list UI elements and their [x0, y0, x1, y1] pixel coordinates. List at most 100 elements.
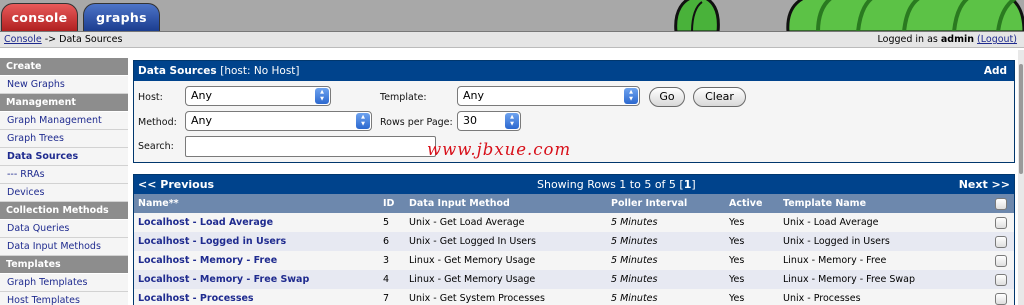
row-name-link[interactable]: Localhost - Processes: [134, 289, 379, 305]
row-checkbox[interactable]: [995, 273, 1007, 286]
method-label: Method:: [138, 117, 177, 128]
top-tab-bar: console graphs: [0, 0, 1024, 31]
row-id: 5: [379, 213, 405, 232]
pagination-bar: << Previous Showing Rows 1 to 5 of 5 [1]…: [134, 175, 1014, 194]
row-checkbox-cell: [991, 251, 1014, 270]
tab-console[interactable]: console: [1, 3, 78, 31]
clear-button[interactable]: Clear: [693, 87, 746, 107]
row-poller-interval: 5 Minutes: [607, 270, 725, 289]
row-checkbox-cell: [991, 213, 1014, 232]
row-active: Yes: [725, 270, 779, 289]
row-poller-interval: 5 Minutes: [607, 289, 725, 305]
row-poller-interval: 5 Minutes: [607, 251, 725, 270]
sidebar-item-new-graphs[interactable]: New Graphs: [0, 76, 128, 94]
column-header-active[interactable]: Active: [725, 194, 779, 213]
table-row: Localhost - Memory - Free 3 Linux - Get …: [134, 251, 1014, 270]
row-data-input-method: Unix - Get System Processes: [405, 289, 607, 305]
row-checkbox-cell: [991, 270, 1014, 289]
sidebar-item-graph-management[interactable]: Graph Management: [0, 112, 128, 130]
data-sources-table: Name** ID Data Input Method Poller Inter…: [134, 194, 1014, 305]
select-arrows-icon: ▲ ▼: [624, 88, 638, 104]
sidebar-heading-collection-methods: Collection Methods: [0, 202, 128, 220]
method-select[interactable]: Any ▲ ▼: [185, 111, 372, 131]
panel-host-note: [host: No Host]: [220, 65, 300, 77]
rows-per-page-value: 30: [463, 114, 477, 127]
breadcrumb-separator: ->: [41, 34, 60, 45]
row-name-link[interactable]: Localhost - Memory - Free Swap: [134, 270, 379, 289]
tab-graphs[interactable]: graphs: [83, 3, 160, 31]
window-scrollbar[interactable]: [1018, 50, 1024, 305]
column-header-id[interactable]: ID: [379, 194, 405, 213]
showing-rows-text: Showing Rows 1 to 5 of 5 [1]: [537, 175, 696, 194]
row-checkbox[interactable]: [995, 292, 1007, 305]
row-name-link[interactable]: Localhost - Load Average: [134, 213, 379, 232]
row-poller-interval: 5 Minutes: [607, 213, 725, 232]
row-template-name: Unix - Processes: [779, 289, 991, 305]
host-select[interactable]: Any ▲ ▼: [185, 86, 331, 106]
sidebar-item-devices[interactable]: Devices: [0, 184, 128, 202]
row-template-name: Unix - Load Average: [779, 213, 991, 232]
select-all-checkbox[interactable]: [995, 197, 1007, 210]
login-user: admin: [940, 34, 975, 45]
template-select[interactable]: Any ▲ ▼: [457, 86, 640, 106]
column-header-name[interactable]: Name**: [134, 194, 379, 213]
previous-page-link[interactable]: << Previous: [138, 175, 214, 194]
search-label: Search:: [138, 141, 174, 152]
sidebar-item-data-queries[interactable]: Data Queries: [0, 220, 128, 238]
add-link[interactable]: Add: [984, 61, 1007, 81]
row-active: Yes: [725, 232, 779, 251]
column-header-data-input-method[interactable]: Data Input Method: [405, 194, 607, 213]
template-select-value: Any: [463, 89, 485, 102]
table-row: Localhost - Load Average 5 Unix - Get Lo…: [134, 213, 1014, 232]
column-header-poller-interval[interactable]: Poller Interval: [607, 194, 725, 213]
row-active: Yes: [725, 289, 779, 305]
select-arrows-icon: ▲ ▼: [315, 88, 329, 104]
row-id: 3: [379, 251, 405, 270]
data-sources-filter-panel: Data Sources [host: No Host] Add Host: A…: [133, 60, 1015, 163]
select-arrows-icon: ▲ ▼: [505, 113, 519, 129]
rows-per-page-select[interactable]: 30 ▲ ▼: [457, 111, 521, 131]
row-checkbox-cell: [991, 232, 1014, 251]
sidebar-heading-create: Create: [0, 58, 128, 76]
scrollbar-thumb[interactable]: [1019, 64, 1023, 174]
sidebar-item-graph-trees[interactable]: Graph Trees: [0, 130, 128, 148]
template-label: Template:: [380, 92, 427, 103]
host-label: Host:: [138, 92, 163, 103]
row-name-link[interactable]: Localhost - Logged in Users: [134, 232, 379, 251]
row-active: Yes: [725, 213, 779, 232]
sidebar: Create New Graphs Management Graph Manag…: [0, 58, 128, 305]
row-data-input-method: Unix - Get Load Average: [405, 213, 607, 232]
sidebar-item-rras[interactable]: --- RRAs: [0, 166, 128, 184]
go-button[interactable]: Go: [649, 87, 685, 107]
table-row: Localhost - Processes 7 Unix - Get Syste…: [134, 289, 1014, 305]
table-row: Localhost - Memory - Free Swap 4 Linux -…: [134, 270, 1014, 289]
showing-rows-end: ]: [691, 178, 696, 191]
row-name-link[interactable]: Localhost - Memory - Free: [134, 251, 379, 270]
row-id: 6: [379, 232, 405, 251]
row-template-name: Linux - Memory - Free Swap: [779, 270, 991, 289]
host-select-value: Any: [191, 89, 213, 102]
watermark-text: www.jbxue.com: [427, 140, 572, 159]
column-header-template-name[interactable]: Template Name: [779, 194, 991, 213]
sidebar-item-host-templates[interactable]: Host Templates: [0, 292, 128, 305]
login-status: Logged in as admin (Logout): [878, 32, 1018, 47]
cactus-logo: [674, 0, 1024, 31]
row-data-input-method: Unix - Get Logged In Users: [405, 232, 607, 251]
logout-link[interactable]: (Logout): [977, 34, 1017, 45]
table-header-row: Name** ID Data Input Method Poller Inter…: [134, 194, 1014, 213]
sidebar-item-graph-templates[interactable]: Graph Templates: [0, 274, 128, 292]
panel-title: Data Sources: [138, 65, 217, 77]
sidebar-item-data-sources[interactable]: Data Sources: [0, 148, 128, 166]
sidebar-item-data-input-methods[interactable]: Data Input Methods: [0, 238, 128, 256]
row-poller-interval: 5 Minutes: [607, 232, 725, 251]
search-input[interactable]: [185, 136, 436, 157]
row-checkbox-cell: [991, 289, 1014, 305]
method-select-value: Any: [191, 114, 213, 127]
row-checkbox[interactable]: [995, 216, 1007, 229]
next-page-link[interactable]: Next >>: [959, 175, 1010, 194]
login-prefix: Logged in as: [877, 34, 941, 45]
breadcrumb: Console -> Data Sources Logged in as adm…: [0, 31, 1024, 48]
breadcrumb-console-link[interactable]: Console: [4, 34, 42, 45]
row-checkbox[interactable]: [995, 254, 1007, 267]
row-checkbox[interactable]: [995, 235, 1007, 248]
